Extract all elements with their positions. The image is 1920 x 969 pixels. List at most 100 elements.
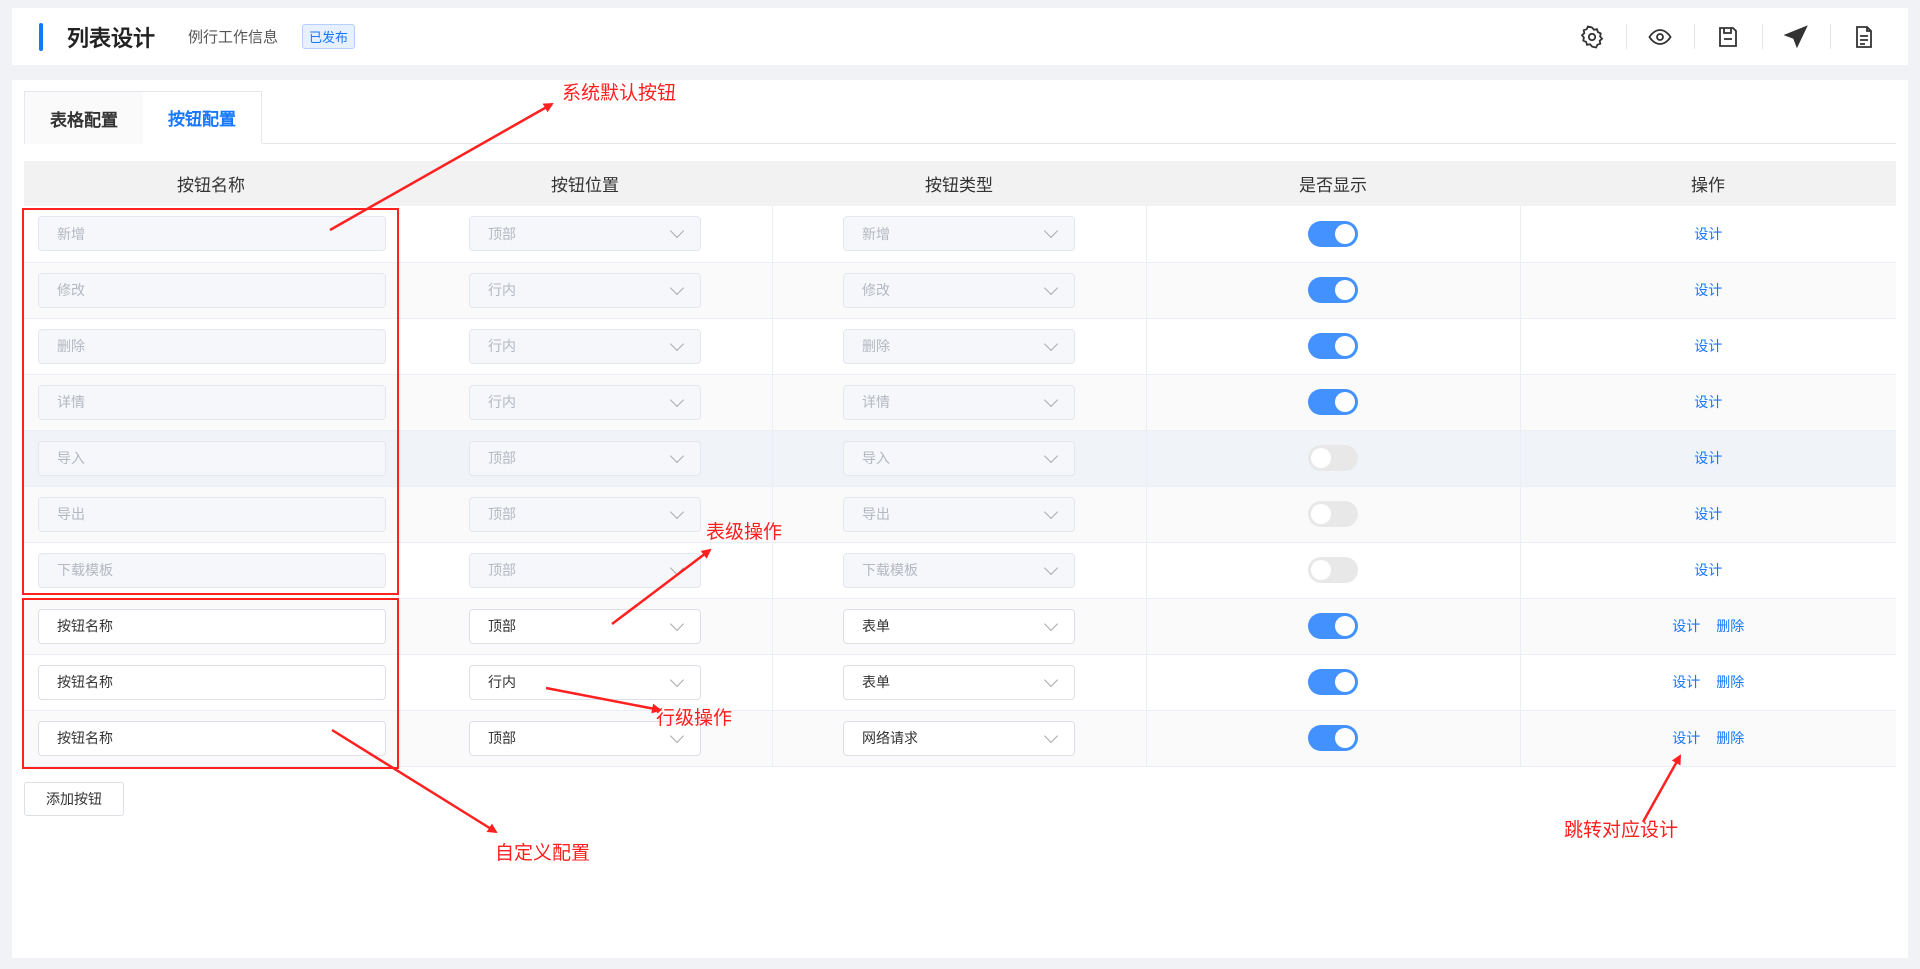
- publish-button[interactable]: [1762, 8, 1830, 65]
- button-type-select: 新增: [843, 216, 1075, 252]
- design-link[interactable]: 设计: [1694, 227, 1722, 243]
- cell-visible: [1145, 654, 1520, 711]
- visible-toggle[interactable]: [1308, 725, 1358, 751]
- chevron-down-icon: [669, 280, 685, 295]
- design-link[interactable]: 设计: [1694, 451, 1722, 467]
- select-value: 表单: [862, 675, 890, 691]
- select-value: 顶部: [488, 226, 516, 243]
- cell-visible: [1145, 542, 1520, 599]
- design-link[interactable]: 设计: [1672, 619, 1700, 635]
- button-position-select: 行内: [469, 272, 701, 308]
- design-link[interactable]: 设计: [1694, 507, 1722, 523]
- cell-visible: [1145, 710, 1520, 767]
- cell-visible: [1145, 318, 1520, 375]
- delete-link[interactable]: 删除: [1716, 731, 1744, 747]
- page-title: 列表设计: [67, 26, 156, 52]
- table-header-row: 按钮名称 按钮位置 按钮类型 是否显示 操作: [24, 161, 1896, 206]
- chevron-down-icon: [669, 504, 685, 519]
- cell-position: 顶部: [397, 542, 772, 599]
- button-type-select: 下载模板: [843, 552, 1075, 588]
- select-value: 详情: [862, 395, 890, 411]
- chevron-down-icon: [1043, 728, 1059, 743]
- cell-type: 下载模板: [771, 542, 1146, 599]
- page-subtitle: 例行工作信息: [188, 28, 279, 46]
- title-accent-bar: [39, 22, 43, 51]
- design-link[interactable]: 设计: [1694, 339, 1722, 355]
- delete-link[interactable]: 删除: [1716, 619, 1744, 635]
- visible-toggle[interactable]: [1308, 613, 1358, 639]
- visible-toggle[interactable]: [1308, 389, 1358, 415]
- select-value: 网络请求: [862, 731, 918, 747]
- tab-button-config[interactable]: 按钮配置: [143, 91, 262, 144]
- select-value: 导入: [862, 451, 890, 467]
- button-position-select: 行内: [469, 328, 701, 364]
- select-value: 修改: [862, 283, 890, 299]
- document-icon: [1856, 25, 1872, 48]
- button-type-select: 修改: [843, 272, 1075, 308]
- cell-type: 表单: [771, 598, 1146, 655]
- select-value: 删除: [862, 339, 890, 355]
- cell-position: 行内: [397, 318, 772, 375]
- system-buttons-highlight-box: [22, 208, 399, 595]
- save-icon: [1719, 26, 1737, 47]
- preview-button[interactable]: [1626, 8, 1694, 65]
- custom-buttons-highlight-box: [22, 598, 399, 769]
- design-link[interactable]: 设计: [1694, 283, 1722, 299]
- send-icon: [1784, 24, 1808, 48]
- button-type-select[interactable]: 网络请求: [843, 720, 1075, 756]
- status-badge: 已发布: [302, 24, 356, 49]
- cell-actions: 设计: [1519, 374, 1896, 431]
- design-link[interactable]: 设计: [1694, 563, 1722, 579]
- cell-visible: [1145, 262, 1520, 319]
- button-type-select[interactable]: 表单: [843, 608, 1075, 644]
- select-value: 导出: [862, 507, 890, 523]
- select-value: 顶部: [488, 563, 516, 579]
- annotation-row-level: 行级操作: [656, 707, 733, 729]
- cell-actions: 设计 删除: [1519, 710, 1896, 767]
- visible-toggle[interactable]: [1308, 501, 1358, 527]
- select-value: 顶部: [488, 507, 516, 523]
- visible-toggle[interactable]: [1308, 669, 1358, 695]
- design-link[interactable]: 设计: [1694, 395, 1722, 411]
- design-link[interactable]: 设计: [1672, 731, 1700, 747]
- header-toolbar: [1558, 8, 1898, 65]
- annotation-custom-config: 自定义配置: [495, 842, 591, 864]
- select-value: 行内: [488, 395, 516, 411]
- column-header-name: 按钮名称: [24, 161, 398, 206]
- visible-toggle[interactable]: [1308, 333, 1358, 359]
- chevron-down-icon: [669, 392, 685, 407]
- select-value: 行内: [488, 339, 516, 355]
- cell-actions: 设计: [1519, 486, 1896, 543]
- design-link[interactable]: 设计: [1672, 675, 1700, 691]
- chevron-down-icon: [1043, 224, 1059, 239]
- cell-actions: 设计 删除: [1519, 654, 1896, 711]
- visible-toggle[interactable]: [1308, 557, 1358, 583]
- settings-button[interactable]: [1558, 8, 1626, 65]
- button-position-select[interactable]: 行内: [469, 664, 701, 700]
- save-button[interactable]: [1694, 8, 1762, 65]
- visible-toggle[interactable]: [1308, 445, 1358, 471]
- tab-table-config[interactable]: 表格配置: [24, 91, 143, 144]
- add-button-button[interactable]: 添加按钮: [24, 782, 124, 816]
- chevron-down-icon: [1043, 392, 1059, 407]
- button-position-select: 顶部: [469, 552, 701, 588]
- cell-position: 顶部: [397, 430, 772, 487]
- cell-position: 行内: [397, 262, 772, 319]
- cell-actions: 设计: [1519, 430, 1896, 487]
- delete-link[interactable]: 删除: [1716, 675, 1744, 691]
- cell-type: 详情: [771, 374, 1146, 431]
- cell-actions: 设计: [1519, 318, 1896, 375]
- document-button[interactable]: [1830, 8, 1898, 65]
- button-type-select[interactable]: 表单: [843, 664, 1075, 700]
- select-value: 下载模板: [862, 563, 918, 579]
- cell-type: 删除: [771, 318, 1146, 375]
- button-position-select[interactable]: 顶部: [469, 608, 701, 644]
- select-value: 顶部: [488, 451, 516, 467]
- cell-visible: [1145, 598, 1520, 655]
- chevron-down-icon: [669, 728, 685, 743]
- visible-toggle[interactable]: [1308, 220, 1358, 247]
- button-position-select: 顶部: [469, 216, 701, 252]
- gear-icon: [1580, 24, 1604, 49]
- chevron-down-icon: [669, 560, 685, 575]
- visible-toggle[interactable]: [1308, 277, 1358, 303]
